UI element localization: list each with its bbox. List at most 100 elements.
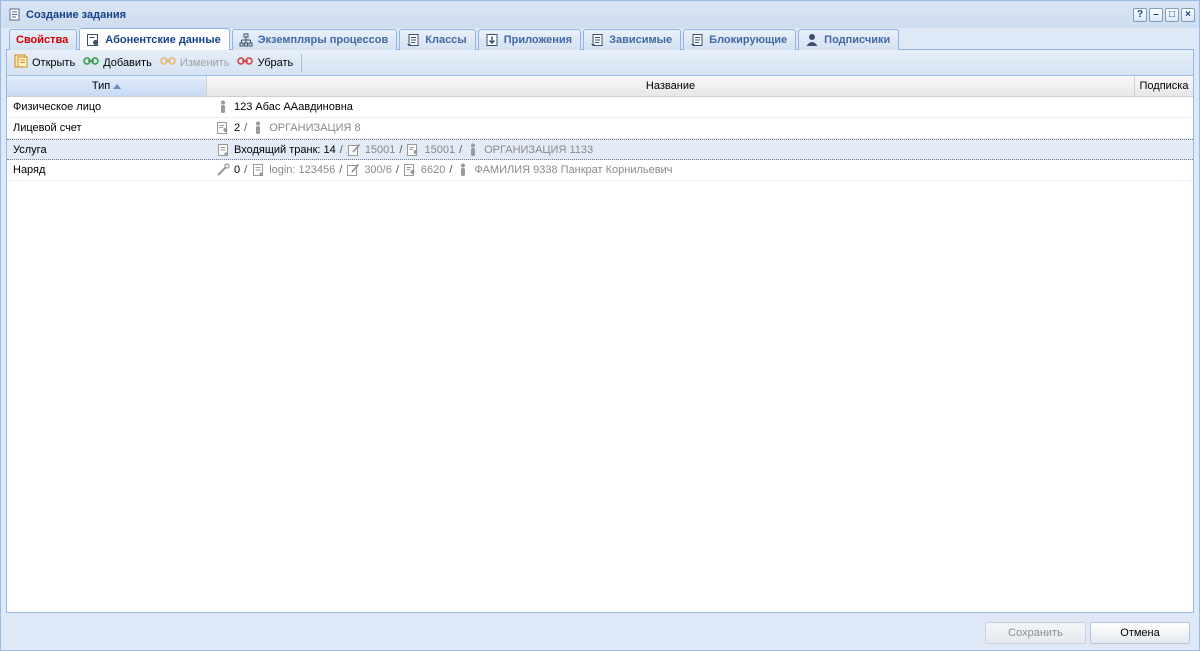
column-header-type[interactable]: Тип	[7, 76, 207, 96]
name-segment[interactable]: 15001	[406, 143, 455, 157]
name-segment[interactable]: login: 123456	[251, 163, 335, 177]
scroll-icon	[590, 33, 604, 47]
person-icon	[805, 33, 819, 47]
close-icon[interactable]: ×	[1181, 8, 1195, 22]
tab-7[interactable]: Подписчики	[798, 29, 900, 50]
remove-label: Убрать	[257, 56, 294, 69]
segment-label: login: 123456	[269, 164, 336, 176]
tab-label: Подписчики	[824, 34, 891, 46]
tab-2[interactable]: Экземпляры процессов	[231, 29, 398, 50]
type-cell: Физическое лицо	[13, 101, 102, 113]
column-header-name[interactable]: Название	[207, 76, 1135, 96]
edit-document-icon	[346, 163, 360, 177]
table-row[interactable]: Наряд 0/login: 123456/300/6/6620/ФАМИЛИЯ …	[7, 160, 1193, 181]
name-segment[interactable]: ОРГАНИЗАЦИЯ 8	[251, 121, 361, 135]
separator-slash: /	[449, 164, 453, 176]
cancel-button[interactable]: Отмена	[1090, 622, 1190, 644]
scroll-icon	[690, 33, 704, 47]
separator-slash: /	[244, 122, 248, 134]
segment-label: 0	[234, 164, 241, 176]
type-cell: Наряд	[13, 164, 46, 176]
title-bar[interactable]: Создание задания ? – □ ×	[1, 1, 1199, 28]
wrench-icon	[216, 163, 230, 177]
tab-label: Блокирующие	[709, 34, 788, 46]
separator-slash: /	[399, 143, 403, 156]
tab-label: Абонентские данные	[105, 33, 221, 46]
account-document-icon	[406, 143, 420, 157]
tab-label: Классы	[425, 34, 467, 46]
tab-label: Экземпляры процессов	[257, 34, 389, 46]
account-document-icon	[216, 121, 230, 135]
task-creation-window: Создание задания ? – □ × Свойства Абонент…	[0, 0, 1200, 651]
tab-6[interactable]: Блокирующие	[683, 29, 797, 50]
segment-label: 300/6	[364, 164, 392, 176]
subscriber-card-icon	[86, 33, 100, 47]
account-document-icon	[403, 163, 417, 177]
table-row[interactable]: Физическое лицо 123 Абас ААавдиновна	[7, 97, 1193, 118]
toolbar-separator	[301, 53, 303, 72]
table-row[interactable]: Услуга Входящий транк: 14/15001/15001/ОРГ…	[7, 139, 1193, 160]
tab-4[interactable]: Приложения	[477, 29, 582, 50]
name-segment[interactable]: 0	[216, 163, 240, 177]
download-icon	[485, 33, 499, 47]
name-segment[interactable]: 6620	[403, 163, 445, 177]
person-icon	[251, 121, 265, 135]
name-cell: 0/login: 123456/300/6/6620/ФАМИЛИЯ 9338 …	[207, 163, 1135, 177]
tab-label: Зависимые	[609, 34, 673, 46]
person-icon	[456, 163, 470, 177]
help-icon[interactable]: ?	[1133, 8, 1147, 22]
open-button[interactable]: Открыть	[12, 53, 81, 73]
edit-label: Изменить	[179, 56, 230, 69]
name-cell: 2 / ОРГАНИЗАЦИЯ 8	[207, 121, 1135, 135]
separator-slash: /	[244, 164, 248, 176]
column-name-label: Название	[645, 80, 696, 92]
person-icon	[216, 100, 230, 114]
name-segment[interactable]: ФАМИЛИЯ 9338 Панкрат Корнильевич	[456, 163, 672, 177]
add-label: Добавить	[103, 56, 152, 69]
tab-5[interactable]: Зависимые	[583, 29, 682, 50]
name-segment[interactable]: 2	[216, 121, 240, 135]
segment-label: Входящий транк: 14	[234, 143, 336, 156]
table-row[interactable]: Лицевой счет 2 / ОРГАНИЗАЦИЯ 8	[7, 118, 1193, 139]
type-cell: Услуга	[13, 143, 47, 156]
edit-button[interactable]: Изменить	[158, 53, 236, 73]
link-add-icon	[83, 56, 99, 69]
toolbar: Открыть Добавить Изменить Убрать	[7, 50, 1193, 76]
name-cell: Входящий транк: 14/15001/15001/ОРГАНИЗАЦ…	[207, 143, 1135, 157]
segment-label: ФАМИЛИЯ 9338 Панкрат Корнильевич	[474, 164, 673, 176]
process-tree-icon	[239, 33, 253, 47]
segment-label: ОРГАНИЗАЦИЯ 1133	[484, 143, 594, 156]
name-segment[interactable]: 300/6	[346, 163, 392, 177]
type-cell: Лицевой счет	[13, 122, 82, 134]
minimize-icon[interactable]: –	[1149, 8, 1163, 22]
column-subscription-label: Подписка	[1139, 80, 1189, 92]
link-remove-icon	[237, 56, 254, 69]
name-segment[interactable]: Входящий транк: 14	[216, 143, 336, 157]
tab-label: Приложения	[503, 34, 573, 46]
scroll-icon	[406, 33, 420, 47]
name-segment[interactable]: ОРГАНИЗАЦИЯ 1133	[466, 143, 593, 157]
grid-header: Тип Название Подписка	[7, 76, 1193, 97]
window-tools: ? – □ ×	[1133, 8, 1195, 22]
window-title: Создание задания	[26, 8, 127, 21]
open-label: Открыть	[32, 56, 76, 69]
edit-document-icon	[347, 143, 361, 157]
add-button[interactable]: Добавить	[81, 53, 158, 73]
tab-0[interactable]: Свойства	[9, 29, 78, 50]
remove-button[interactable]: Убрать	[235, 53, 299, 73]
maximize-icon[interactable]: □	[1165, 8, 1179, 22]
name-segment[interactable]: 123 Абас ААавдиновна	[216, 100, 353, 114]
sort-ascending-icon	[113, 83, 122, 89]
service-document-icon	[251, 163, 265, 177]
segment-label: 123 Абас ААавдиновна	[234, 101, 353, 113]
subscriber-data-panel: Открыть Добавить Изменить Убрать Тип Наз…	[6, 50, 1194, 613]
segment-label: ОРГАНИЗАЦИЯ 8	[269, 122, 361, 134]
column-header-subscription[interactable]: Подписка	[1135, 76, 1193, 96]
save-button[interactable]: Сохранить	[985, 622, 1086, 644]
name-segment[interactable]: 15001	[347, 143, 395, 157]
tab-1[interactable]: Абонентские данные	[79, 28, 230, 50]
separator-slash: /	[339, 164, 343, 176]
segment-label: 15001	[424, 143, 456, 156]
link-edit-icon	[160, 56, 176, 69]
tab-3[interactable]: Классы	[399, 29, 476, 50]
